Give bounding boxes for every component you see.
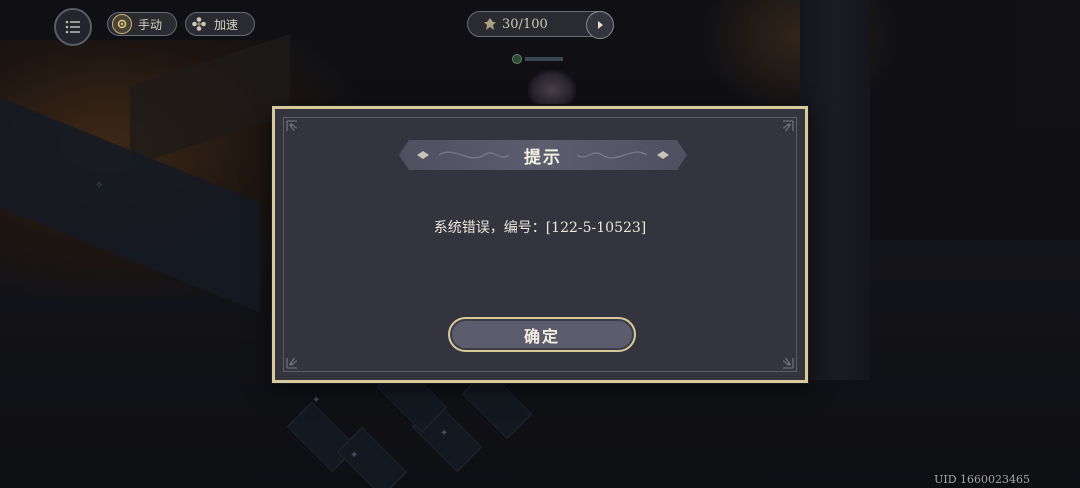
- corner-ornament-icon: [773, 119, 795, 141]
- speed-up-button[interactable]: 加速: [185, 12, 255, 36]
- energy-leaf-icon: [484, 18, 496, 30]
- energy-value: 30/100: [502, 16, 548, 32]
- corner-ornament-icon: [773, 348, 795, 370]
- energy-next-button[interactable]: [586, 11, 614, 39]
- play-next-icon: [598, 21, 603, 29]
- error-dialog: 提示 系统错误，编号：[122-5-10523] 确定: [272, 106, 808, 383]
- corner-ornament-icon: [285, 348, 307, 370]
- gear-coin-icon: [112, 14, 132, 34]
- user-id-label: UID 1660023465: [934, 473, 1030, 486]
- manual-mode-label: 手动: [138, 17, 163, 32]
- flower-icon: [190, 15, 208, 33]
- speed-up-label: 加速: [214, 17, 239, 32]
- corner-ornament-icon: [285, 119, 307, 141]
- manual-mode-button[interactable]: 手动: [107, 12, 177, 36]
- confirm-button[interactable]: 确定: [448, 317, 636, 352]
- error-message: 系统错误，编号：[122-5-10523]: [433, 220, 647, 236]
- dialog-title: 提示: [524, 147, 562, 168]
- list-menu-icon: [65, 20, 80, 34]
- menu-button[interactable]: [54, 8, 92, 46]
